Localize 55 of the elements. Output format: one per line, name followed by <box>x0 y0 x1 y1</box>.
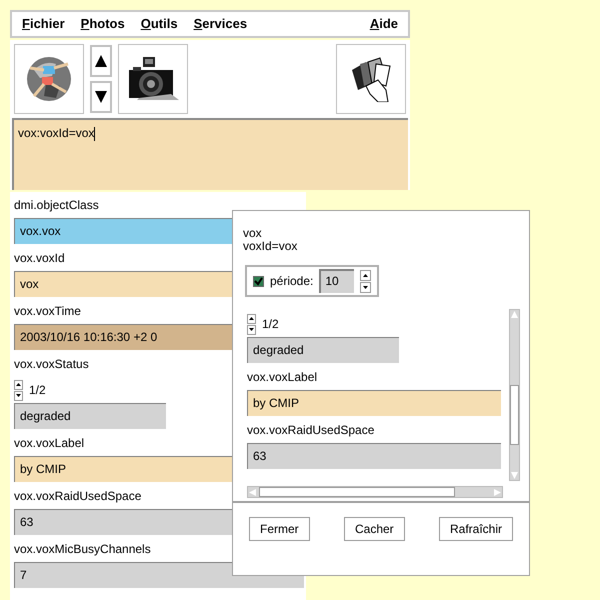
up-arrow-icon <box>16 383 21 386</box>
page-down-button[interactable] <box>247 324 256 334</box>
horizontal-scrollbar[interactable] <box>247 486 503 498</box>
dialog-button[interactable]: Fermer <box>249 517 310 541</box>
up-arrow-button[interactable] <box>90 45 112 77</box>
dialog-button[interactable]: Rafraîchir <box>438 517 513 541</box>
scroll-up-icon <box>510 310 519 319</box>
globe-button[interactable] <box>14 44 84 114</box>
up-arrow-icon <box>94 54 108 68</box>
scroll-left-icon <box>248 488 257 496</box>
checkbox[interactable] <box>253 276 264 286</box>
cards-button[interactable] <box>336 44 406 114</box>
value-field[interactable]: degraded <box>247 337 399 363</box>
menu-item[interactable]: Fichier <box>22 14 65 34</box>
menu-item[interactable]: Photos <box>80 14 125 34</box>
increment-button[interactable] <box>360 270 371 280</box>
value-field[interactable]: degraded <box>14 403 166 429</box>
field-label: vox.voxLabel <box>14 435 84 452</box>
down-arrow-icon <box>363 286 368 288</box>
down-arrow-icon <box>249 328 254 331</box>
scroll-right-icon <box>493 488 502 496</box>
value-field[interactable]: 63 <box>247 443 501 469</box>
page-up-button[interactable] <box>14 380 23 390</box>
dialog-button[interactable]: Cacher <box>344 517 405 541</box>
menu-item[interactable]: Services <box>194 14 248 34</box>
field-label: vox.voxStatus <box>14 356 89 373</box>
decrement-button[interactable] <box>360 282 371 292</box>
field-label: vox.voxTime <box>14 303 81 320</box>
camera-button[interactable] <box>118 44 188 114</box>
down-arrow-button[interactable] <box>90 81 112 113</box>
up-arrow-icon <box>363 274 368 276</box>
up-arrow-icon <box>249 317 254 320</box>
menu-item[interactable]: Aide <box>370 14 398 34</box>
menu-item[interactable]: Outils <box>140 14 178 34</box>
value-field[interactable]: by CMIP <box>247 390 501 416</box>
header-text: vox <box>243 227 263 240</box>
page-up-button[interactable] <box>247 314 256 324</box>
field-label: vox.voxId <box>14 250 65 267</box>
period-field[interactable]: 10 <box>319 269 354 293</box>
globe-icon <box>26 56 72 102</box>
field-label: vox.voxMicBusyChannels <box>14 541 151 558</box>
down-arrow-icon <box>94 90 108 104</box>
page-counter: 1/2 <box>29 382 46 399</box>
field-label: vox.voxRaidUsedSpace <box>247 422 374 439</box>
field-label: vox.voxRaidUsedSpace <box>14 488 142 505</box>
scroll-down-icon <box>510 471 519 480</box>
down-arrow-icon <box>16 394 21 397</box>
field-label: vox.voxLabel <box>247 369 318 386</box>
field-label: dmi.objectClass <box>14 197 99 214</box>
scrollbar-thumb[interactable] <box>510 385 519 445</box>
scrollbar-thumb[interactable] <box>259 487 455 497</box>
query-text-area[interactable]: vox:voxId=vox <box>12 118 408 190</box>
vertical-scrollbar[interactable] <box>509 309 520 481</box>
camera-icon <box>127 56 179 102</box>
page-down-button[interactable] <box>14 390 23 400</box>
